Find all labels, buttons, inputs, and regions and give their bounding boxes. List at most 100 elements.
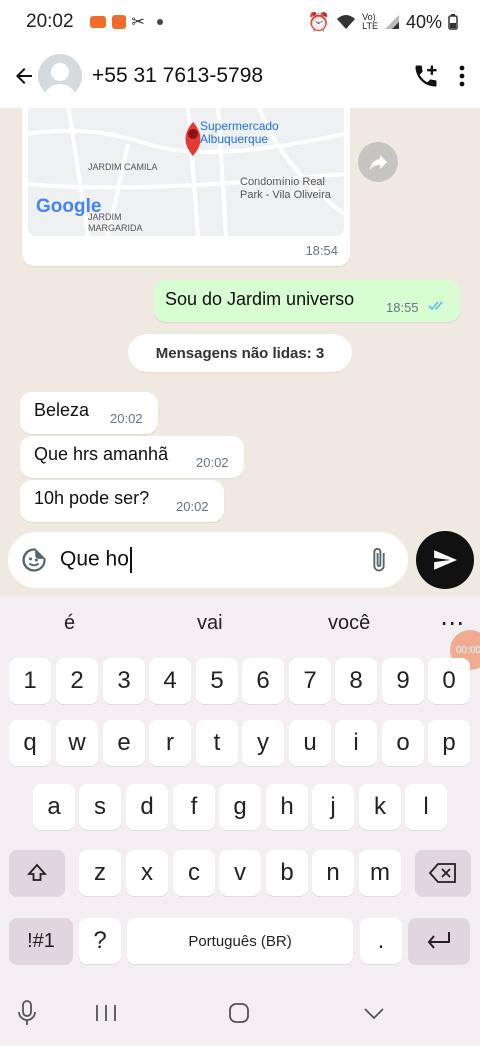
mic-icon[interactable] [16,1000,38,1026]
key-i[interactable]: i [335,720,377,766]
key-1[interactable]: 1 [9,658,51,704]
alarm-icon: ⏰ [307,11,331,32]
key-z[interactable]: z [79,850,121,896]
sticker-icon[interactable] [20,546,48,574]
more-options-icon[interactable] [458,64,466,88]
message-input[interactable]: Que ho [8,532,408,588]
contact-name[interactable]: +55 31 7613-5798 [92,64,263,88]
key-3[interactable]: 3 [103,658,145,704]
map-label: JARDIM CAMILA [88,162,158,172]
volte-icon: Vo) LTE [362,12,378,31]
space-key[interactable]: Português (BR) [127,918,353,964]
map-place-name: Supermercado Albuquerque [200,119,279,146]
key-l[interactable]: l [405,784,447,830]
chat-header: +55 31 7613-5798 [0,44,480,108]
wifi-icon [337,15,356,29]
key-9[interactable]: 9 [382,658,424,704]
key-0[interactable]: 0 [428,658,470,704]
key-x[interactable]: x [126,850,168,896]
key-t[interactable]: t [196,720,238,766]
signal-icon [384,15,399,29]
key-w[interactable]: w [56,720,98,766]
send-button[interactable] [416,531,474,589]
suggestion[interactable]: vai [197,612,223,635]
status-time: 20:02 [26,11,74,32]
key-2[interactable]: 2 [56,658,98,704]
status-bar: 20:02 ✂ ⏰ Vo) LTE 40% [0,0,480,44]
period-key[interactable]: . [360,918,402,964]
key-g[interactable]: g [219,784,261,830]
suggestion-bar: é vai você ⋯ [0,596,480,650]
outgoing-message[interactable]: Sou do Jardim universo 18:55 [154,280,460,322]
key-b[interactable]: b [266,850,308,896]
incoming-message[interactable]: 10h pode ser? 20:02 [20,480,224,522]
symbols-key[interactable]: !#1 [9,918,73,964]
message-text: 10h pode ser? [34,488,150,508]
message-input-text[interactable]: Que ho [60,547,132,573]
key-p[interactable]: p [428,720,470,766]
enter-icon [427,932,450,949]
key-s[interactable]: s [79,784,121,830]
battery-percent: 40% [405,11,442,32]
navigation-bar [0,982,480,1046]
key-a[interactable]: a [33,784,75,830]
video-recording-icon [89,16,106,28]
key-o[interactable]: o [382,720,424,766]
suggestion[interactable]: você [328,612,370,635]
key-y[interactable]: y [242,720,284,766]
unread-messages-banner: Mensagens não lidas: 3 [128,334,352,372]
backspace-key[interactable] [415,850,471,896]
map-logo: Google [36,196,102,217]
key-e[interactable]: e [103,720,145,766]
recent-apps-icon[interactable] [94,1003,118,1023]
key-c[interactable]: c [173,850,215,896]
message-time: 20:02 [110,411,143,426]
battery-icon [448,14,458,30]
key-k[interactable]: k [359,784,401,830]
forward-icon [370,155,387,170]
key-u[interactable]: u [289,720,331,766]
message-composer: Que ho [0,528,480,596]
key-f[interactable]: f [173,784,215,830]
key-5[interactable]: 5 [196,658,238,704]
send-icon [434,550,457,570]
capcut-icon: ✂ [131,14,145,31]
more-notifications-icon [156,19,163,25]
app-notification-icon [111,15,126,29]
enter-key[interactable] [408,918,470,964]
shift-key[interactable] [9,850,65,896]
key-v[interactable]: v [219,850,261,896]
key-h[interactable]: h [266,784,308,830]
add-call-icon[interactable] [412,62,440,90]
message-time: 18:55 [386,300,419,315]
location-message[interactable]: Supermercado Albuquerque JARDIM CAMILA C… [22,108,350,266]
shift-icon [26,863,48,881]
message-time: 20:02 [196,455,229,470]
attach-icon[interactable] [368,546,390,574]
key-j[interactable]: j [312,784,354,830]
key-n[interactable]: n [312,850,354,896]
suggestion[interactable]: é [64,612,75,635]
map-preview[interactable]: Supermercado Albuquerque JARDIM CAMILA C… [28,108,344,236]
key-m[interactable]: m [359,850,401,896]
key-6[interactable]: 6 [242,658,284,704]
home-icon[interactable] [228,1002,250,1024]
question-key[interactable]: ? [79,918,121,964]
key-7[interactable]: 7 [289,658,331,704]
map-label: Condomínio Real Park - Vila Oliveira [240,176,331,201]
key-8[interactable]: 8 [335,658,377,704]
message-text: Sou do Jardim universo [165,289,355,309]
hide-keyboard-icon[interactable] [362,1006,386,1022]
avatar[interactable] [38,54,82,98]
message-text: Que hrs amanhã [34,444,169,464]
key-r[interactable]: r [149,720,191,766]
key-q[interactable]: q [9,720,51,766]
message-time: 18:54 [305,243,338,258]
read-receipt-icon [428,301,443,311]
key-4[interactable]: 4 [149,658,191,704]
forward-button[interactable] [358,142,398,182]
incoming-message[interactable]: Beleza 20:02 [20,392,158,434]
key-d[interactable]: d [126,784,168,830]
incoming-message[interactable]: Que hrs amanhã 20:02 [20,436,244,478]
chat-area[interactable]: Supermercado Albuquerque JARDIM CAMILA C… [0,108,480,528]
